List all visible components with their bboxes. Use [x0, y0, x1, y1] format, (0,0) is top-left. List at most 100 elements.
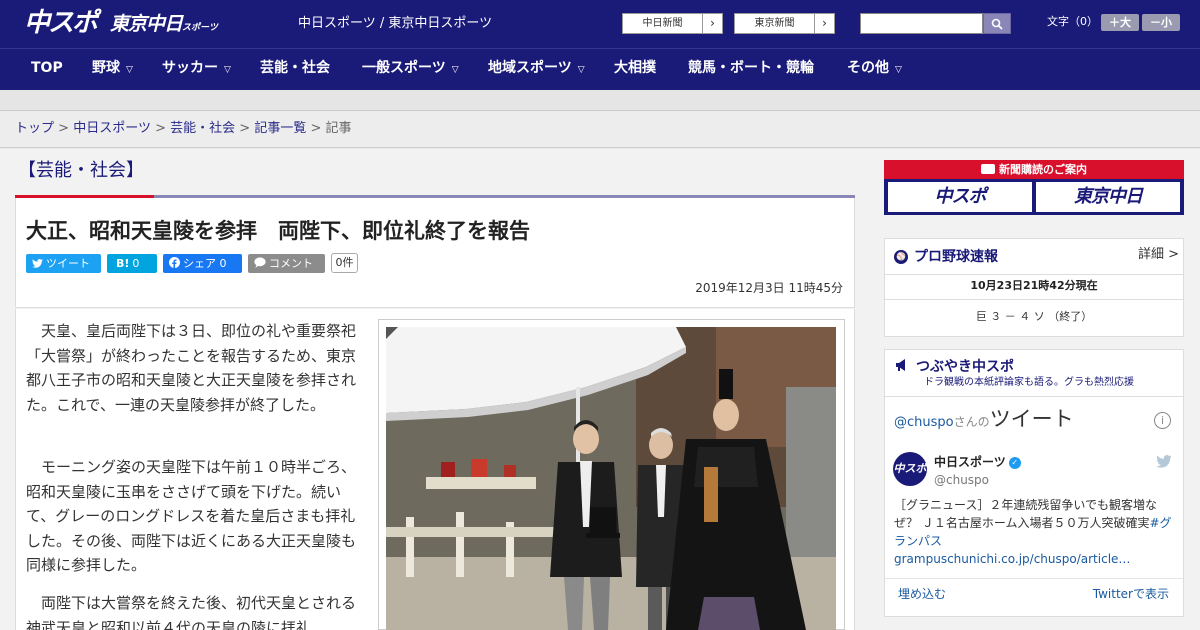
twitter-bird-icon [1156, 455, 1172, 472]
baseball-widget-title: プロ野球速報 [914, 249, 998, 265]
nav-item-other[interactable]: その他 ▽ [847, 48, 902, 89]
imperial-mausoleum-photo [386, 327, 836, 630]
nav-label: 一般スポーツ [362, 60, 446, 76]
breadcrumb-separator: > [58, 121, 70, 136]
chevron-down-icon: ▽ [224, 65, 231, 75]
breadcrumb-link-top[interactable]: トップ [15, 121, 54, 136]
speech-bubble-icon [254, 254, 266, 273]
tweet-text: ［グラニュース］２年連続残留争いでも観客増なぜ？ Ｊ１名古屋ホーム入場者５０万人… [894, 496, 1174, 568]
nav-label: その他 [847, 60, 889, 76]
view-on-twitter-link[interactable]: Twitterで表示 [1093, 586, 1169, 602]
chevron-down-icon: ▽ [126, 65, 133, 75]
breadcrumb-separator: > [155, 121, 166, 136]
nav-item-baseball[interactable]: 野球 ▽ [92, 48, 133, 89]
breadcrumb: トップ > 中日スポーツ > 芸能・社会 > 記事一覧 > 記事 [15, 120, 352, 138]
nav-item-local-sports[interactable]: 地域スポーツ ▽ [488, 48, 585, 89]
site-names: 中日スポーツ / 東京中日スポーツ [298, 16, 493, 31]
embed-link[interactable]: 埋め込む [898, 586, 946, 602]
subscription-banner-text: 新聞購読のご案内 [999, 163, 1087, 176]
divider [885, 274, 1183, 275]
chevron-down-icon: ▽ [577, 65, 585, 75]
baseball-as-of: 10月23日21時42分現在 [970, 279, 1098, 292]
nav-label: TOP [31, 60, 63, 76]
tweets-heading-text: ツイート [989, 407, 1074, 431]
tweets-heading: @chuspoさんのツイート [894, 404, 1074, 438]
tweets-handle-link[interactable]: @chuspo [894, 415, 954, 430]
section-title: 【芸能・社会】 [18, 160, 144, 181]
search-input[interactable] [860, 13, 983, 34]
tweet-url-link[interactable]: grampuschunichi.co.jp/chuspo/article… [894, 552, 1130, 566]
breadcrumb-link-entertainment[interactable]: 芸能・社会 [170, 121, 235, 136]
nav-item-soccer[interactable]: サッカー ▽ [162, 48, 231, 89]
chunichi-sports-logo[interactable]: 中スポ [24, 7, 102, 39]
nav-label: 大相撲 [614, 60, 656, 76]
tokyo-shimbun-button[interactable]: 東京新聞 › [734, 13, 835, 34]
nav-item-general-sports[interactable]: 一般スポーツ ▽ [362, 48, 459, 89]
divider [885, 578, 1183, 579]
hatena-icon: B! [116, 257, 130, 270]
article-paragraph: 天皇、皇后両陛下は３日、即位の礼や重要祭祀「大嘗祭」が終わったことを報告するため… [26, 322, 357, 414]
tweet-body: ［グラニュース］２年連続残留争いでも観客増なぜ？ Ｊ１名古屋ホーム入場者５０万人… [894, 498, 1158, 530]
nav-label: サッカー [162, 60, 218, 76]
nav-item-top[interactable]: TOP [31, 48, 63, 89]
subscription-logo-chunichi[interactable]: 中スポ [888, 182, 1032, 212]
nav-label: 競馬・ボート・競輪 [688, 60, 814, 76]
tokyo-logo-sub: スポーツ [182, 23, 218, 33]
font-bigger-button[interactable]: ＋大 [1101, 14, 1139, 31]
photo-corner-marker [386, 327, 398, 339]
tweets-handle-suffix: さんの [953, 415, 990, 429]
chevron-right-icon: › [702, 14, 722, 33]
nav-item-racing[interactable]: 競馬・ボート・競輪 [688, 48, 814, 89]
tweet-account-name[interactable]: 中日スポーツ ✓ [934, 454, 1021, 470]
font-size-label: 文字（0） [1047, 15, 1098, 28]
twitter-widget-subtitle: ドラ観戦の本紙評論家も語る。グラも熱烈応援 [924, 377, 1134, 388]
tweet-account-handle[interactable]: @chuspo [934, 472, 989, 488]
hatena-count: 0 [132, 257, 140, 270]
comment-count: 0件 [331, 253, 358, 273]
chevron-right-icon: › [814, 14, 834, 33]
comment-button[interactable]: コメント [248, 254, 325, 273]
nav-label: 芸能・社会 [260, 60, 330, 76]
chunichi-shimbun-button[interactable]: 中日新聞 › [622, 13, 723, 34]
facebook-share-button[interactable]: シェア 0 [163, 254, 242, 273]
breadcrumb-separator: > [239, 121, 251, 136]
verified-badge-icon: ✓ [1008, 456, 1021, 469]
breadcrumb-separator: > [310, 121, 322, 136]
tokyo-chunichi-logo[interactable]: 東京中日スポーツ [110, 11, 218, 37]
divider [885, 299, 1183, 300]
search-button[interactable] [983, 13, 1011, 34]
nav-label: 野球 [92, 60, 120, 76]
subscription-logo-tokyo[interactable]: 東京中日 [1036, 182, 1180, 212]
tokyo-logo-main: 東京中日 [110, 13, 183, 35]
chevron-down-icon: ▽ [451, 65, 459, 75]
search-icon [991, 18, 1003, 30]
article-paragraph: モーニング姿の天皇陛下は午前１０時半ごろ、昭和天皇陵に玉串をささげて頭を下げた。… [26, 458, 357, 574]
breadcrumb-link-chunichi-sports[interactable]: 中日スポーツ [73, 121, 151, 136]
tweet-button[interactable]: ツイート [26, 254, 101, 273]
baseball-detail-link[interactable]: 詳細 > [1138, 246, 1179, 264]
twitter-bird-icon [32, 254, 43, 273]
breadcrumb-link-article-list[interactable]: 記事一覧 [254, 121, 306, 136]
tweet-label: ツイート [46, 257, 90, 270]
avatar[interactable]: 中スポ [893, 452, 927, 486]
tokyo-shimbun-label: 東京新聞 [754, 18, 795, 29]
nav-item-sumo[interactable]: 大相撲 [614, 48, 656, 89]
baseball-icon: ⚾ [894, 250, 908, 264]
article-photo[interactable] [386, 327, 836, 630]
font-smaller-button[interactable]: －小 [1142, 14, 1180, 31]
baseball-score[interactable]: 巨 ３ － ４ ソ （終了） [884, 309, 1184, 325]
hatena-bookmark-button[interactable]: B! 0 [107, 254, 157, 273]
comment-label: コメント [269, 257, 313, 270]
facebook-count: 0 [219, 257, 227, 270]
article-headline: 大正、昭和天皇陵を参拝 両陛下、即位礼終了を報告 [26, 219, 530, 243]
megaphone-icon [894, 357, 910, 373]
info-icon[interactable]: i [1154, 412, 1171, 429]
chevron-down-icon: ▽ [895, 65, 902, 75]
nav-label: 地域スポーツ [488, 60, 572, 76]
twitter-widget-title: つぶやき中スポ [916, 359, 1014, 375]
chunichi-shimbun-label: 中日新聞 [642, 18, 683, 29]
facebook-icon [169, 254, 180, 273]
nav-item-entertainment[interactable]: 芸能・社会 [260, 48, 330, 89]
facebook-share-label: シェア [183, 257, 216, 270]
subscription-banner-title: 新聞購読のご案内 [884, 160, 1184, 179]
